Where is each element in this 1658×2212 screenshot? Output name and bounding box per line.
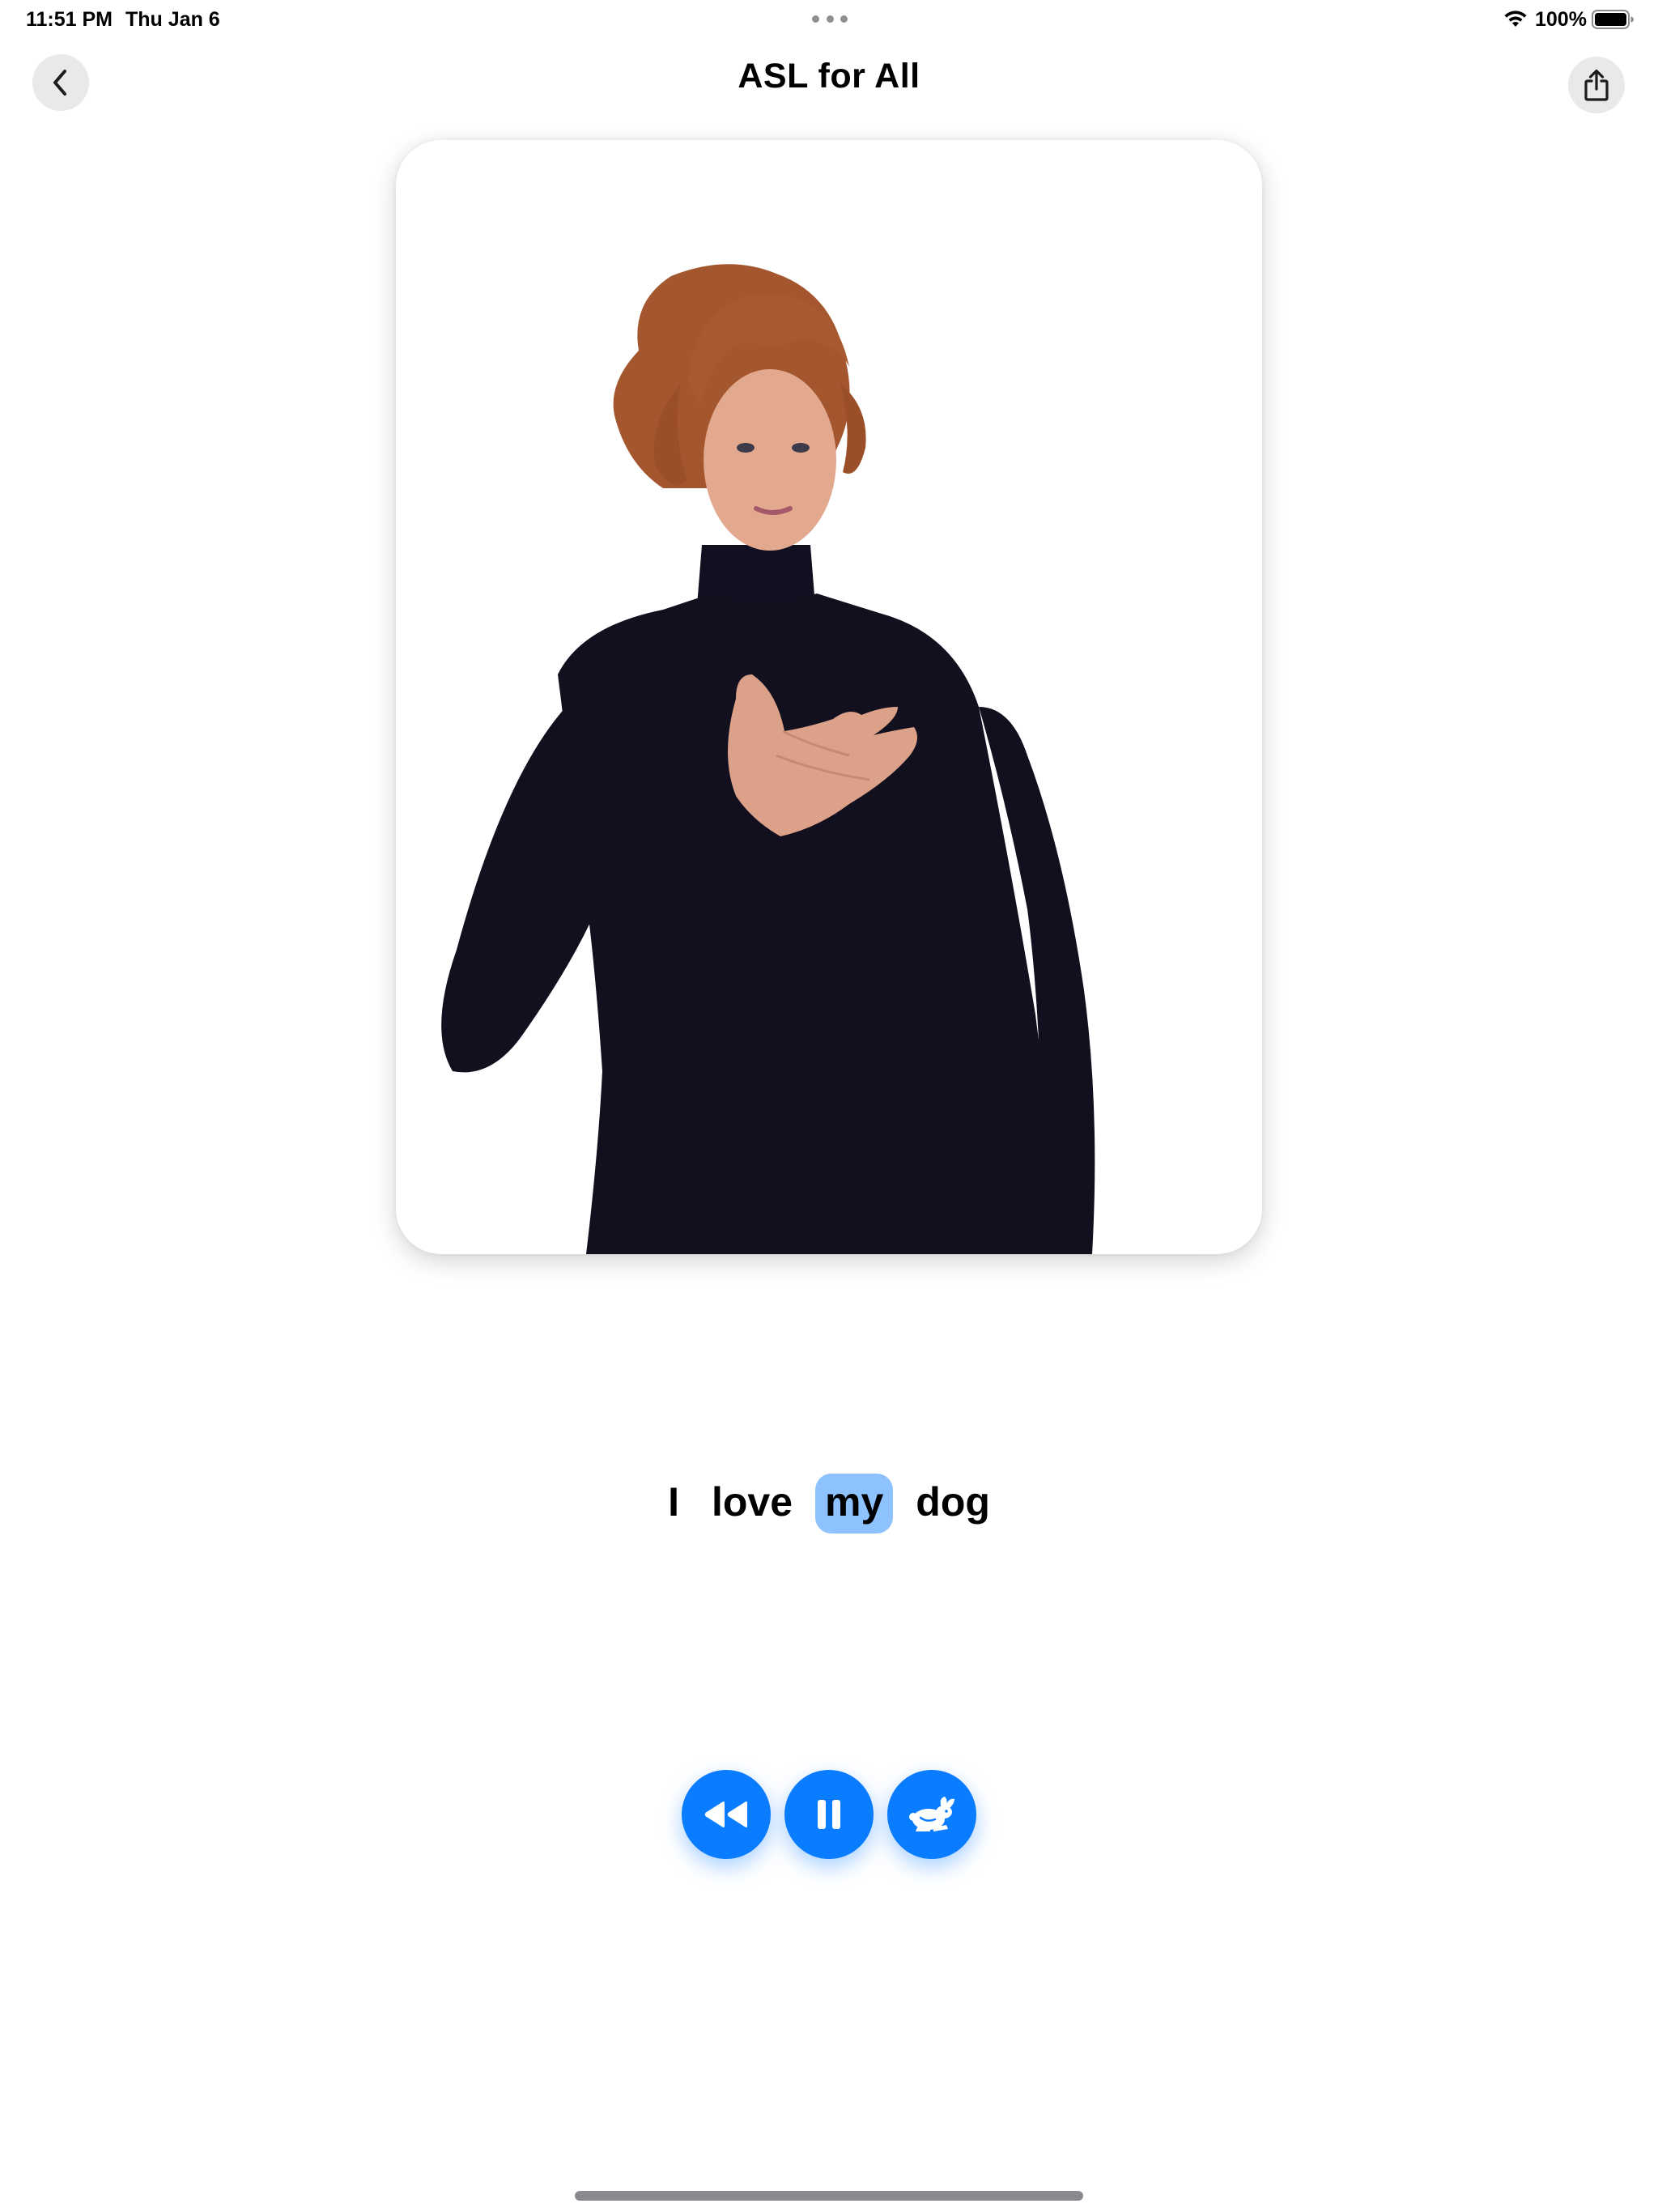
rabbit-icon <box>909 1797 954 1831</box>
sentence-word[interactable]: dog <box>906 1474 1000 1534</box>
playback-controls <box>682 1770 976 1861</box>
back-button[interactable] <box>32 54 89 111</box>
pause-button[interactable] <box>784 1770 874 1859</box>
rewind-icon <box>704 1802 747 1827</box>
status-date: Thu Jan 6 <box>125 8 220 31</box>
page-title: ASL for All <box>738 57 920 96</box>
ellipsis-icon[interactable] <box>812 15 848 23</box>
speed-button[interactable] <box>887 1770 976 1859</box>
rewind-button[interactable] <box>682 1770 771 1859</box>
app-screen: 11:51 PM Thu Jan 6 100% ASL for All I lo… <box>0 0 1658 2212</box>
chevron-left-icon <box>53 70 66 96</box>
status-time: 11:51 PM <box>26 8 113 31</box>
home-indicator[interactable] <box>575 2191 1083 2201</box>
wifi-icon <box>1504 11 1527 27</box>
battery-percent: 100% <box>1535 8 1587 31</box>
status-bar: 11:51 PM Thu Jan 6 100% <box>0 0 1658 39</box>
sign-video-player[interactable] <box>396 140 1262 1254</box>
sentence-word[interactable]: I <box>658 1474 689 1534</box>
sentence: I love my dog <box>0 1474 1658 1534</box>
share-button[interactable] <box>1568 57 1625 113</box>
signer-video <box>441 264 1095 1254</box>
sentence-word[interactable]: love <box>702 1474 802 1534</box>
battery-full-icon <box>1592 10 1634 29</box>
pause-icon <box>818 1800 840 1829</box>
sentence-word-highlighted[interactable]: my <box>815 1474 894 1534</box>
share-icon <box>1584 69 1609 101</box>
